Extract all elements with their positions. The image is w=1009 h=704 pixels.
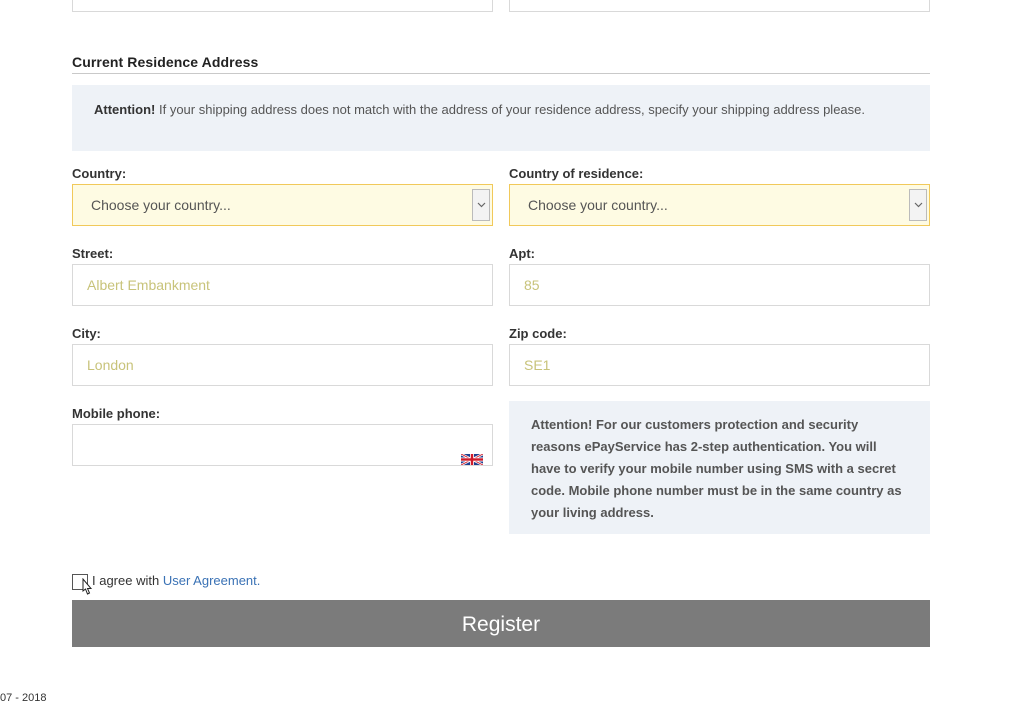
country-label: Country: [72,166,127,181]
user-agreement-link[interactable]: User Agreement. [163,573,261,588]
uk-flag-icon[interactable] [460,440,484,480]
footer-copyright: 07 - 2018 [0,692,47,704]
zip-label: Zip code: [509,326,567,341]
residence-select[interactable]: Choose your country... [509,184,930,226]
register-button[interactable]: Register [72,600,930,647]
zip-placeholder: SE1 [524,357,551,373]
residence-select-value: Choose your country... [528,197,668,213]
chevron-down-icon[interactable] [472,189,490,221]
country-select[interactable]: Choose your country... [72,184,493,226]
section-title: Current Residence Address [72,54,259,70]
street-label: Street: [72,246,114,261]
apt-placeholder: 85 [524,277,540,293]
zip-input[interactable]: SE1 [509,344,930,386]
chevron-down-icon[interactable] [909,189,927,221]
mobile-input[interactable] [72,424,493,467]
agree-prefix: I agree with [92,573,163,588]
notice-bold: Attention! [94,102,156,117]
apt-label: Apt: [509,246,535,261]
city-input[interactable]: London [72,344,493,386]
city-placeholder: London [87,357,134,373]
notice-text: If your shipping address does not match … [155,102,865,117]
mobile-label: Mobile phone: [72,406,161,421]
street-placeholder: Albert Embankment [87,277,210,293]
residence-label: Country of residence: [509,166,644,181]
top-field-left[interactable] [72,0,493,12]
apt-input[interactable]: 85 [509,264,930,306]
section-divider [72,73,930,74]
top-field-right[interactable] [509,0,930,12]
agreement-row: I agree with User Agreement. [72,573,260,591]
street-input[interactable]: Albert Embankment [72,264,493,306]
two-step-auth-info: Attention! For our customers protection … [509,401,930,534]
country-select-value: Choose your country... [91,197,231,213]
shipping-notice: Attention! If your shipping address does… [72,85,930,151]
info-text: Attention! For our customers protection … [531,417,902,520]
city-label: City: [72,326,101,341]
